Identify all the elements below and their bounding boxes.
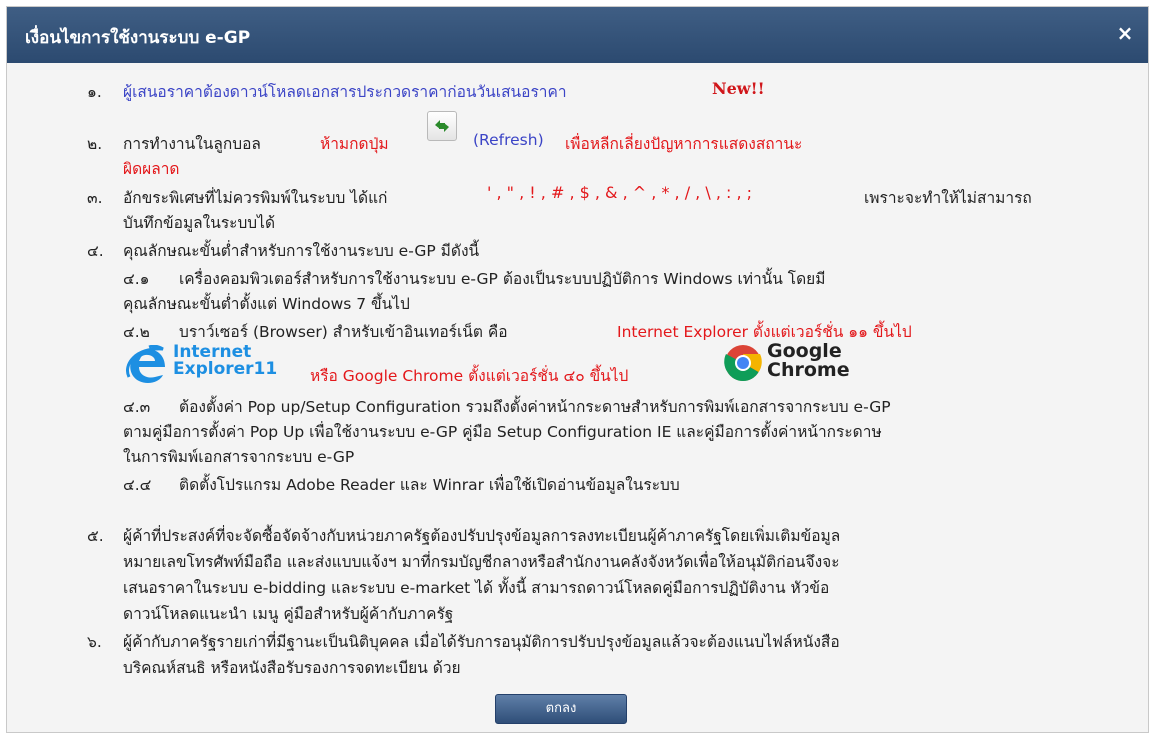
item-4-3-text-c: ในการพิมพ์เอกสารจากระบบ e-GP (123, 448, 355, 466)
internet-explorer-logo: Internet Explorer11 (125, 343, 305, 387)
item-5-text-a: ผู้ค้าที่ประสงค์ที่จะจัดซื้อจัดจ้างกับหน… (123, 527, 841, 545)
item-2-text-d: เพื่อหลีกเลี่ยงปัญหาการแสดงสถานะ (565, 135, 803, 153)
item-6-text-a: ผู้ค้ากับภาครัฐรายเก่าที่มีฐานะเป็นนิติบ… (123, 633, 840, 651)
special-characters: ' , " , ! , # , $ , & , ^ , * , / , \ , … (487, 183, 753, 202)
item-2-text-a: การทำงานในลูกบอล (123, 135, 261, 153)
item-4-1-text-b: คุณลักษณะขั้นต่ำตั้งแต่ Windows 7 ขึ้นไป (123, 295, 410, 313)
item-3-text-a: อักขระพิเศษที่ไม่ควรพิมพ์ในระบบ ได้แก่ (123, 189, 388, 207)
item-4-2-text-a: บราว์เซอร์ (Browser) สำหรับเข้าอินเทอร์เ… (179, 323, 508, 341)
item-2-number: ๒. (87, 135, 103, 153)
new-badge: New!! (712, 79, 765, 98)
item-3-number: ๓. (87, 189, 103, 207)
terms-dialog: เงื่อนไขการใช้งานระบบ e-GP × ๑. ผู้เสนอร… (6, 6, 1149, 733)
item-4-4-text-a: ติดตั้งโปรแกรม Adobe Reader และ Winrar เ… (179, 476, 680, 494)
item-4-2-text-c: หรือ Google Chrome ตั้งแต่เวอร์ชั่น ๔๐ ข… (310, 367, 629, 385)
item-4-4-number: ๔.๔ (123, 476, 152, 494)
refresh-button[interactable] (427, 111, 457, 141)
item-5-text-c: เสนอราคาในระบบ e-bidding และระบบ e-marke… (123, 579, 830, 597)
ie-logo-line2: Explorer11 (173, 359, 278, 379)
item-5-text-b: หมายเลขโทรศัพท์มือถือ และส่งแบบแจ้งฯ มาท… (123, 553, 840, 571)
item-5-text-d: ดาวน์โหลดแนะนำ เมนู คู่มือสำหรับผู้ค้ากั… (123, 605, 454, 623)
item-4-text: คุณลักษณะขั้นต่ำสำหรับการใช้งานระบบ e-GP… (123, 242, 480, 260)
chrome-logo-line1: Google (767, 340, 842, 362)
refresh-icon (435, 120, 449, 132)
item-3-text-b: เพราะจะทำให้ไม่สามารถ (864, 189, 1032, 207)
item-5-number: ๕. (87, 527, 104, 545)
item-1-text: ผู้เสนอราคาต้องดาวน์โหลดเอกสารประกวดราคา… (123, 83, 567, 101)
item-4-2-number: ๔.๒ (123, 323, 150, 341)
close-icon[interactable]: × (1112, 20, 1138, 46)
item-2-text-c: (Refresh) (473, 131, 544, 149)
item-6-number: ๖. (87, 633, 102, 651)
ie-icon (126, 345, 165, 383)
item-4-number: ๔. (87, 242, 104, 260)
item-4-1-text-a: เครื่องคอมพิวเตอร์สำหรับการใช้งานระบบ e-… (179, 270, 826, 288)
item-4-3-text-a: ต้องตั้งค่า Pop up/Setup Configuration ร… (179, 398, 891, 416)
item-2-text-b: ห้ามกดปุ่ม (320, 135, 389, 153)
item-4-1-number: ๔.๑ (123, 270, 150, 288)
dialog-title: เงื่อนไขการใช้งานระบบ e-GP (25, 28, 251, 48)
chrome-logo-line2: Chrome (767, 359, 850, 381)
chrome-icon (724, 345, 762, 382)
ok-button[interactable]: ตกลง (495, 694, 627, 724)
item-3-text-c: บันทึกข้อมูลในระบบได้ (123, 214, 276, 232)
google-chrome-logo: Google Chrome (723, 341, 873, 385)
item-4-3-number: ๔.๓ (123, 398, 151, 416)
item-1-number: ๑. (87, 83, 102, 101)
item-2-text-e: ผิดผลาด (123, 160, 180, 178)
dialog-content: ๑. ผู้เสนอราคาต้องดาวน์โหลดเอกสารประกวดร… (7, 63, 1148, 732)
dialog-titlebar: เงื่อนไขการใช้งานระบบ e-GP × (7, 7, 1148, 63)
item-4-3-text-b: ตามคู่มือการตั้งค่า Pop Up เพื่อใช้งานระ… (123, 423, 882, 441)
item-6-text-b: บริคณห์สนธิ หรือหนังสือรับรองการจดทะเบีย… (123, 659, 461, 677)
